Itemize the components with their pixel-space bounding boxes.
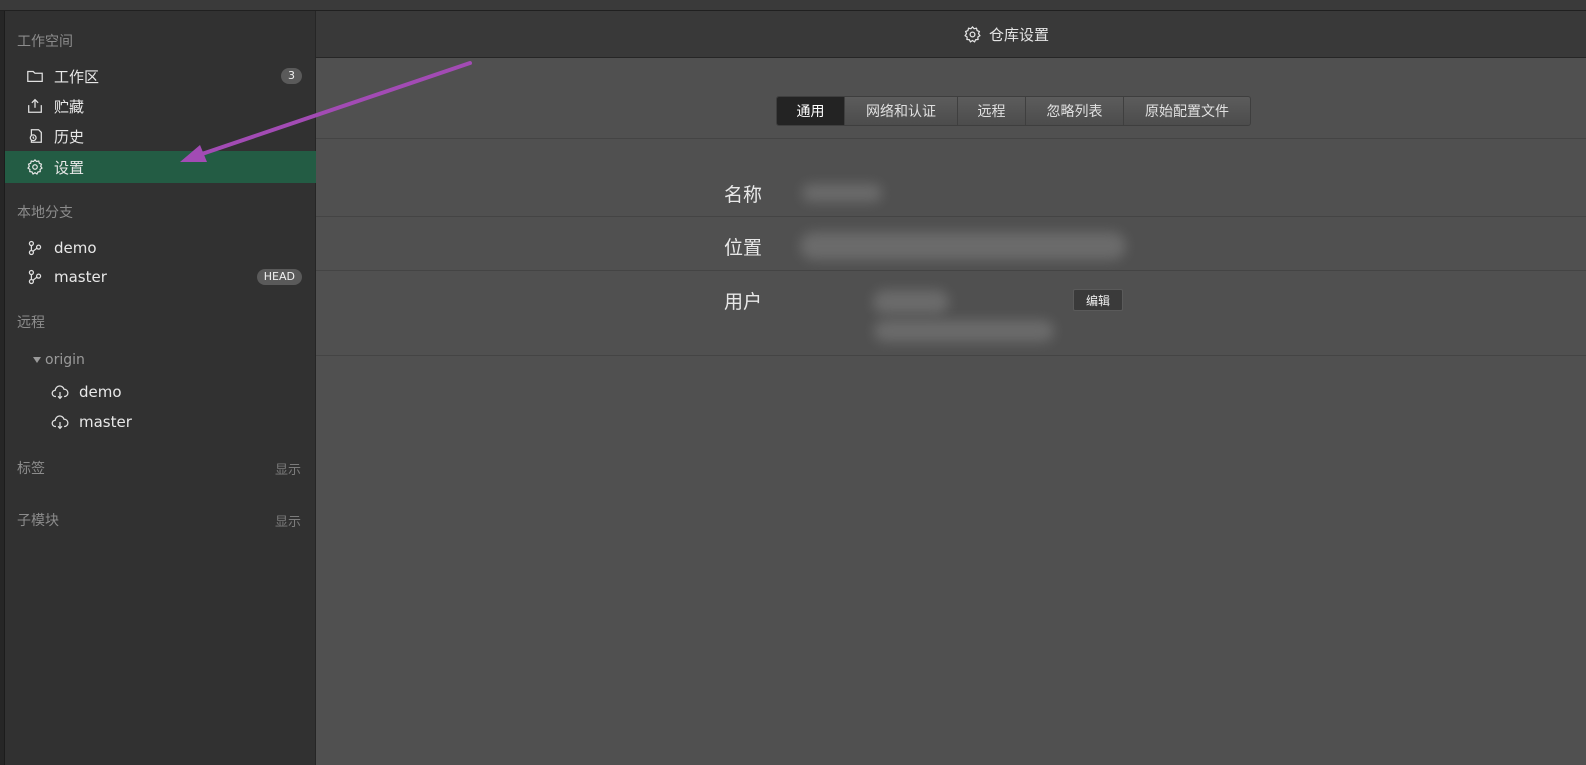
redacted-user-name [873, 290, 949, 314]
branch-icon [25, 238, 45, 258]
sidebar: 工作空间 工作区 3 贮藏 历史 设置 本地分支 demo master HEA… [5, 11, 316, 765]
divider [316, 138, 1586, 139]
divider [316, 270, 1586, 271]
history-icon [25, 126, 45, 146]
remote-branch-label: demo [79, 383, 122, 401]
edit-user-button[interactable]: 编辑 [1073, 289, 1123, 311]
remote-branch-label: master [79, 413, 132, 431]
branch-label: demo [54, 239, 97, 257]
sidebar-item-label: 贮藏 [54, 97, 85, 116]
location-label: 位置 [724, 237, 763, 259]
tab-raw-config[interactable]: 原始配置文件 [1124, 97, 1250, 125]
tab-ignore-list[interactable]: 忽略列表 [1026, 97, 1124, 125]
page-title-text: 仓库设置 [988, 25, 1049, 44]
head-badge: HEAD [256, 269, 302, 285]
section-title-submodules: 子模块 [17, 513, 59, 529]
cloud-icon [50, 412, 70, 432]
user-label: 用户 [724, 291, 763, 313]
branch-item-master[interactable]: master HEAD [5, 262, 316, 292]
tab-general[interactable]: 通用 [777, 97, 845, 125]
sidebar-item-workspace[interactable]: 工作区 3 [5, 61, 316, 91]
settings-panel: 通用 网络和认证 远程 忽略列表 原始配置文件 名称 位置 用户 编辑 [316, 58, 1586, 765]
caret-down-icon [33, 357, 41, 363]
sidebar-item-history[interactable]: 历史 [5, 121, 316, 151]
branch-item-demo[interactable]: demo [5, 233, 316, 263]
remote-branch-master[interactable]: master [5, 407, 316, 437]
tab-network-auth[interactable]: 网络和认证 [845, 97, 958, 125]
gear-icon [25, 157, 45, 177]
cloud-icon [50, 382, 70, 402]
folder-icon [25, 66, 45, 86]
section-title-remotes: 远程 [17, 315, 45, 331]
stash-icon [25, 96, 45, 116]
redacted-location-value [800, 232, 1126, 260]
sidebar-item-label: 历史 [54, 127, 85, 146]
divider [316, 216, 1586, 217]
redacted-name-value [802, 184, 882, 202]
gear-icon [964, 25, 981, 43]
remote-origin-toggle[interactable]: origin [33, 352, 85, 368]
section-title-workspace: 工作空间 [17, 34, 73, 50]
sidebar-item-label: 设置 [54, 158, 85, 177]
divider [316, 355, 1586, 356]
sidebar-item-label: 工作区 [54, 67, 100, 86]
tab-remotes[interactable]: 远程 [958, 97, 1026, 125]
section-title-local-branches: 本地分支 [17, 205, 73, 221]
settings-tabs: 通用 网络和认证 远程 忽略列表 原始配置文件 [776, 96, 1251, 126]
branch-icon [25, 267, 45, 287]
page-title: 仓库设置 [963, 24, 1049, 45]
branch-label: master [54, 268, 107, 286]
sidebar-item-settings[interactable]: 设置 [5, 151, 316, 183]
sidebar-item-stash[interactable]: 贮藏 [5, 91, 316, 121]
redacted-user-email [874, 320, 1054, 342]
section-title-tags: 标签 [17, 461, 45, 477]
remote-branch-demo[interactable]: demo [5, 377, 316, 407]
name-label: 名称 [724, 184, 763, 206]
remote-name: origin [45, 352, 85, 368]
tags-show-toggle[interactable]: 显示 [275, 459, 301, 478]
changes-count-badge: 3 [281, 68, 302, 84]
window-top-strip [0, 0, 1586, 11]
header-bar: 仓库设置 [316, 11, 1586, 58]
submodules-show-toggle[interactable]: 显示 [275, 511, 301, 530]
